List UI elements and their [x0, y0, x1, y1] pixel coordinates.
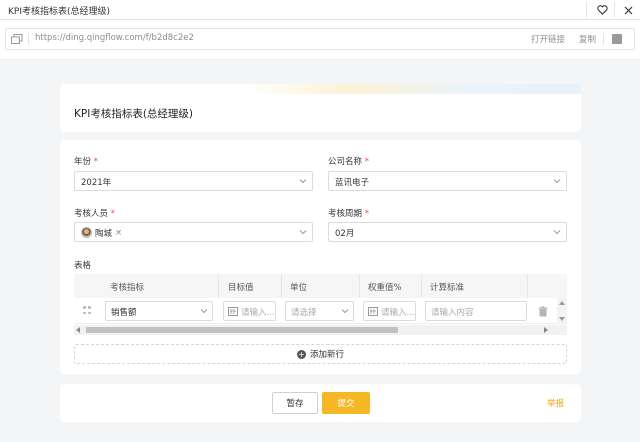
- form-body-card: 年份 * 2021年 公司名称 * 蓝讯电子 考核人员 * 陶城 × 考核周期 …: [60, 140, 581, 374]
- year-select[interactable]: 2021年: [74, 171, 313, 191]
- open-link-button[interactable]: 打开链接: [531, 33, 565, 45]
- url-text[interactable]: https://ding.qingflow.com/f/b2d8c2e2: [35, 33, 194, 43]
- avatar: [81, 227, 92, 238]
- number-icon: [368, 307, 378, 316]
- chevron-down-icon: [341, 309, 349, 314]
- form-footer-card: 暂存 提交 举报: [60, 384, 581, 422]
- chevron-down-icon: [553, 230, 561, 235]
- unit-select[interactable]: 请选择: [285, 301, 354, 321]
- favorite-heart-icon[interactable]: [591, 0, 613, 20]
- qrcode-icon[interactable]: [612, 34, 622, 44]
- drag-handle-icon[interactable]: [83, 306, 92, 315]
- scroll-down-icon[interactable]: [559, 317, 565, 321]
- weight-input[interactable]: 请输入...: [363, 301, 416, 321]
- column-divider: [421, 274, 422, 298]
- titlebar-divider: [586, 2, 587, 18]
- column-header: 计算标准: [430, 283, 465, 293]
- scroll-left-icon[interactable]: [76, 327, 80, 333]
- scrollbar-thumb[interactable]: [86, 327, 398, 333]
- target-input[interactable]: 请输入...: [223, 301, 276, 321]
- period-label: 考核周期 *: [328, 209, 369, 219]
- url-divider: [603, 33, 604, 45]
- form-title: KPI考核指标表(总经理级): [74, 108, 194, 120]
- address-bar: https://ding.qingflow.com/f/b2d8c2e2 打开链…: [0, 20, 640, 60]
- indicator-select[interactable]: 销售额: [105, 301, 213, 321]
- chevron-down-icon: [299, 230, 307, 235]
- url-box: https://ding.qingflow.com/f/b2d8c2e2 打开链…: [5, 28, 635, 50]
- window-title: KPI考核指标表(总经理级): [8, 7, 111, 17]
- column-header: 权重值%: [368, 283, 402, 293]
- chevron-down-icon: [299, 179, 307, 184]
- column-divider: [281, 274, 282, 298]
- target-placeholder: 请输入...: [241, 308, 275, 318]
- page-copy-icon: [11, 34, 23, 44]
- company-select[interactable]: 蓝讯电子: [328, 171, 567, 191]
- chevron-down-icon: [553, 179, 561, 184]
- header-gradient-stripe: [60, 84, 581, 94]
- column-header: 单位: [290, 283, 308, 293]
- member-tag: 陶城 ×: [81, 226, 122, 239]
- standard-input[interactable]: 请输入内容: [425, 301, 527, 321]
- url-divider: [28, 33, 29, 45]
- add-row-label: 添加新行: [309, 350, 344, 360]
- table-row: 销售额 请输入... 请选择 请输入... 请输入内容: [74, 298, 567, 324]
- subtable: 考核指标 目标值 单位 权重值% 计算标准 销售额 请输入... 请选择 请输入…: [74, 274, 567, 336]
- column-divider: [527, 274, 528, 298]
- year-value: 2021年: [81, 178, 112, 188]
- scroll-right-icon[interactable]: [544, 327, 548, 333]
- scroll-up-icon[interactable]: [559, 301, 565, 305]
- trash-icon[interactable]: [538, 306, 548, 317]
- company-value: 蓝讯电子: [335, 178, 370, 188]
- report-link[interactable]: 举报: [547, 397, 564, 409]
- copy-button[interactable]: 复制: [579, 33, 596, 45]
- member-tag-name: 陶城: [95, 228, 113, 239]
- period-value: 02月: [335, 229, 355, 239]
- company-label: 公司名称 *: [328, 157, 369, 167]
- year-label: 年份 *: [74, 157, 98, 167]
- column-header: 目标值: [228, 283, 254, 293]
- indicator-value: 销售额: [111, 308, 137, 318]
- submit-button[interactable]: 提交: [322, 392, 370, 414]
- form-header-card: KPI考核指标表(总经理级): [60, 84, 581, 132]
- period-select[interactable]: 02月: [328, 222, 567, 242]
- table-header: 考核指标 目标值 单位 权重值% 计算标准: [74, 274, 567, 298]
- table-label: 表格: [74, 261, 92, 271]
- weight-placeholder: 请输入...: [381, 308, 415, 318]
- save-draft-button[interactable]: 暂存: [272, 392, 318, 414]
- unit-placeholder: 请选择: [291, 308, 317, 318]
- plus-circle-icon: +: [296, 349, 306, 359]
- add-row-button[interactable]: + 添加新行: [74, 344, 567, 364]
- standard-placeholder: 请输入内容: [431, 308, 474, 318]
- titlebar-divider: [614, 2, 615, 18]
- remove-tag-icon[interactable]: ×: [115, 228, 122, 238]
- assessee-label: 考核人员 *: [74, 209, 115, 219]
- close-icon[interactable]: [617, 0, 639, 20]
- column-header: 考核指标: [110, 283, 145, 293]
- column-divider: [218, 274, 219, 298]
- assessee-select[interactable]: 陶城 ×: [74, 222, 313, 242]
- column-divider: [359, 274, 360, 298]
- number-icon: [228, 307, 238, 316]
- window-titlebar: KPI考核指标表(总经理级): [0, 0, 640, 20]
- table-horizontal-scrollbar[interactable]: [74, 325, 567, 335]
- table-vertical-scrollbar[interactable]: [557, 298, 567, 324]
- chevron-down-icon: [200, 309, 208, 314]
